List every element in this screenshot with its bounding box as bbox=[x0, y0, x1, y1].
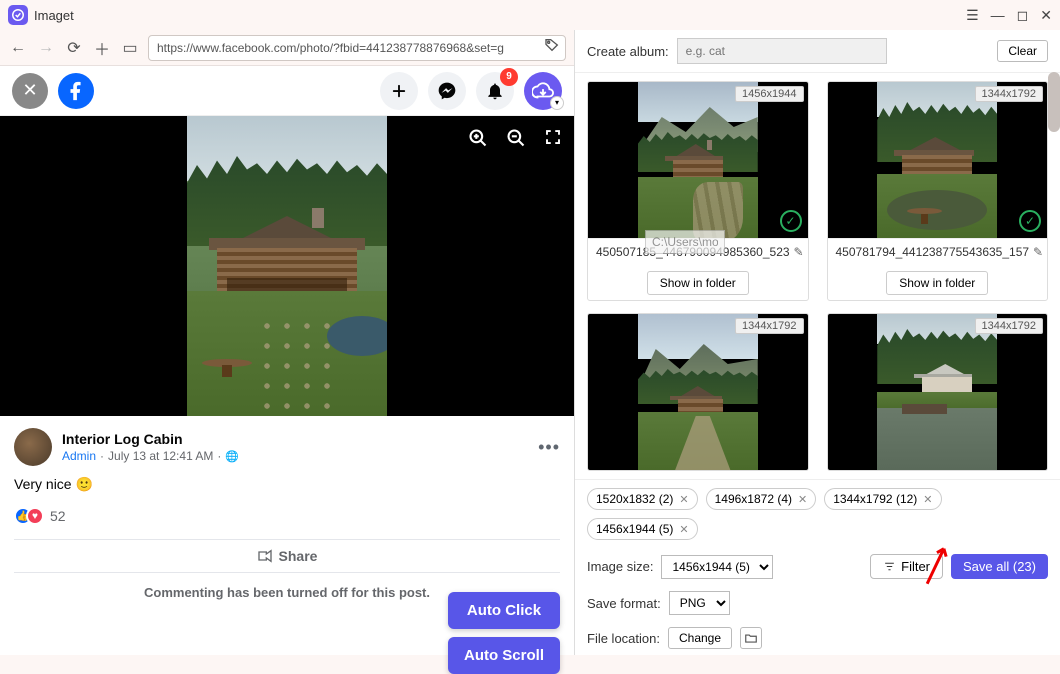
admin-badge: Admin bbox=[62, 449, 96, 463]
dimension-badge: 1344x1792 bbox=[735, 318, 803, 334]
add-tab-icon[interactable]: ＋ bbox=[92, 38, 112, 58]
zoom-in-icon[interactable] bbox=[468, 128, 488, 153]
save-format-label: Save format: bbox=[587, 596, 661, 611]
dimension-badge: 1344x1792 bbox=[975, 86, 1043, 102]
clear-button[interactable]: Clear bbox=[997, 40, 1048, 62]
facebook-logo[interactable] bbox=[58, 73, 94, 109]
thumbnail-card[interactable]: 1344x1792 bbox=[587, 313, 809, 471]
dimension-badge: 1344x1792 bbox=[975, 318, 1043, 334]
save-all-button[interactable]: Save all (23) bbox=[951, 554, 1048, 579]
file-name: 450781794_441238775543635_157 bbox=[836, 245, 1030, 259]
image-size-label: Image size: bbox=[587, 559, 653, 574]
file-location-label: File location: bbox=[587, 631, 660, 646]
tag-icon[interactable] bbox=[544, 37, 560, 58]
filter-chips: 1520x1832 (2)✕ 1496x1872 (4)✕ 1344x1792 … bbox=[575, 479, 1060, 548]
thumbnail-grid: 1456x1944 ✓ 450507185_446790094985360_52… bbox=[575, 73, 1060, 479]
auto-click-button[interactable]: Auto Click bbox=[448, 592, 560, 629]
dimension-badge: 1456x1944 bbox=[735, 86, 803, 102]
thumbnail-card[interactable]: 1344x1792 ✓ 450781794_441238775543635_15… bbox=[827, 81, 1049, 301]
reload-icon[interactable]: ⟳ bbox=[64, 38, 84, 58]
zoom-out-icon[interactable] bbox=[506, 128, 526, 153]
edit-icon[interactable]: ✎ bbox=[794, 245, 804, 259]
back-icon[interactable]: ← bbox=[8, 38, 28, 58]
hamburger-icon[interactable]: ☰ bbox=[966, 7, 979, 24]
minimize-icon[interactable]: — bbox=[991, 7, 1005, 23]
remove-filter-icon[interactable]: ✕ bbox=[923, 493, 932, 506]
fb-messenger-button[interactable] bbox=[428, 72, 466, 110]
checkmark-icon: ✓ bbox=[1019, 210, 1041, 232]
file-location-input[interactable] bbox=[645, 230, 725, 254]
filter-button[interactable]: Filter bbox=[870, 554, 943, 579]
thumbnail-card[interactable]: 1344x1792 bbox=[827, 313, 1049, 471]
show-in-folder-button[interactable]: Show in folder bbox=[886, 271, 988, 295]
photo-viewer bbox=[0, 116, 574, 416]
post-body: Very nice 🙂 bbox=[14, 476, 560, 493]
notification-badge: 9 bbox=[500, 68, 518, 86]
filter-chip[interactable]: 1344x1792 (12)✕ bbox=[824, 488, 941, 510]
checkmark-icon: ✓ bbox=[780, 210, 802, 232]
save-format-select[interactable]: PNG bbox=[669, 591, 730, 615]
fb-create-button[interactable] bbox=[380, 72, 418, 110]
avatar[interactable] bbox=[14, 428, 52, 466]
auto-scroll-button[interactable]: Auto Scroll bbox=[448, 637, 560, 674]
post-timestamp[interactable]: July 13 at 12:41 AM bbox=[108, 449, 213, 463]
create-album-label: Create album: bbox=[587, 44, 669, 59]
scrollbar[interactable] bbox=[1048, 72, 1060, 132]
chevron-down-icon[interactable]: ▾ bbox=[550, 96, 564, 110]
remove-filter-icon[interactable]: ✕ bbox=[798, 493, 807, 506]
app-logo bbox=[8, 5, 28, 25]
app-title: Imaget bbox=[34, 8, 966, 23]
close-icon[interactable]: ✕ bbox=[1040, 7, 1052, 24]
image-size-select[interactable]: 1456x1944 (5) bbox=[661, 555, 773, 579]
thumbnail-card[interactable]: 1456x1944 ✓ 450507185_446790094985360_52… bbox=[587, 81, 809, 301]
reaction-count[interactable]: 52 bbox=[50, 508, 66, 524]
filter-chip[interactable]: 1496x1872 (4)✕ bbox=[706, 488, 817, 510]
post-more-icon[interactable]: ••• bbox=[538, 437, 560, 458]
download-button[interactable]: ▾ bbox=[524, 72, 562, 110]
remove-filter-icon[interactable]: ✕ bbox=[679, 493, 688, 506]
fb-close-button[interactable]: ✕ bbox=[12, 73, 48, 109]
url-input[interactable] bbox=[148, 35, 566, 61]
filter-chip[interactable]: 1520x1832 (2)✕ bbox=[587, 488, 698, 510]
fb-notifications-button[interactable]: 9 bbox=[476, 72, 514, 110]
edit-icon[interactable]: ✎ bbox=[1033, 245, 1043, 259]
fullscreen-icon[interactable] bbox=[544, 128, 562, 153]
album-name-input[interactable] bbox=[677, 38, 887, 64]
globe-icon: 🌐 bbox=[225, 450, 239, 463]
maximize-icon[interactable]: ◻ bbox=[1017, 7, 1029, 24]
filter-chip[interactable]: 1456x1944 (5)✕ bbox=[587, 518, 698, 540]
reaction-icons[interactable]: 👍 ♥ bbox=[14, 507, 44, 525]
share-button[interactable]: Share bbox=[14, 539, 560, 573]
remove-filter-icon[interactable]: ✕ bbox=[679, 523, 688, 536]
window-icon[interactable]: ▭ bbox=[120, 38, 140, 58]
show-in-folder-button[interactable]: Show in folder bbox=[647, 271, 749, 295]
forward-icon[interactable]: → bbox=[36, 38, 56, 58]
change-location-button[interactable]: Change bbox=[668, 627, 732, 649]
open-folder-icon[interactable] bbox=[740, 627, 762, 649]
page-name[interactable]: Interior Log Cabin bbox=[62, 431, 239, 447]
